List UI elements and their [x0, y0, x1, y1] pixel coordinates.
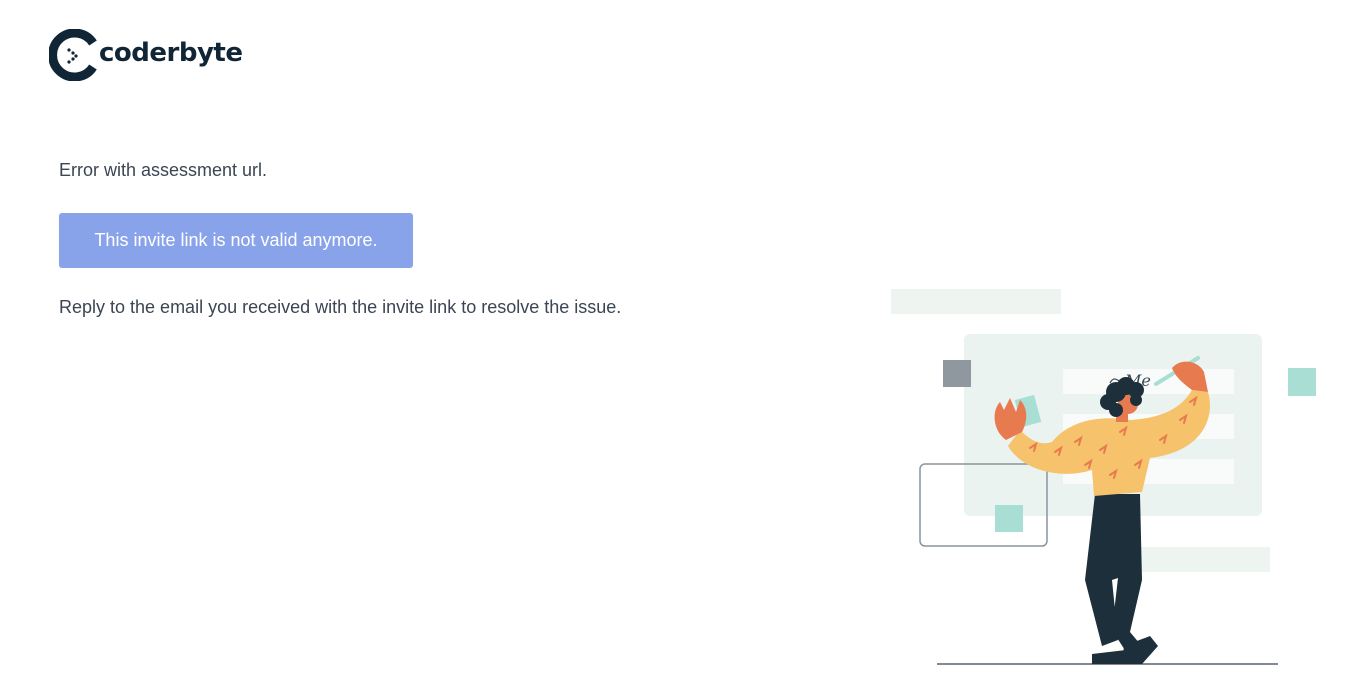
- page: coderbyte Error with assessment url. Thi…: [0, 0, 1364, 689]
- bg-bar-top: [891, 289, 1061, 314]
- grey-square: [943, 360, 971, 387]
- person-legs: [1085, 494, 1145, 658]
- bg-bar-bottom: [1140, 547, 1270, 572]
- brand-name: coderbyte: [99, 38, 243, 68]
- teal-square-left: [995, 505, 1023, 532]
- brand-logo[interactable]: coderbyte: [49, 29, 243, 81]
- error-title: Error with assessment url.: [59, 160, 268, 180]
- invalid-link-banner: This invite link is not valid anymore.: [59, 213, 413, 268]
- person-signing-document-illustration: Me: [891, 289, 1316, 665]
- teal-square-right: [1288, 368, 1316, 396]
- help-text: Reply to the email you received with the…: [59, 297, 622, 317]
- coderbyte-logo-icon: [49, 29, 97, 81]
